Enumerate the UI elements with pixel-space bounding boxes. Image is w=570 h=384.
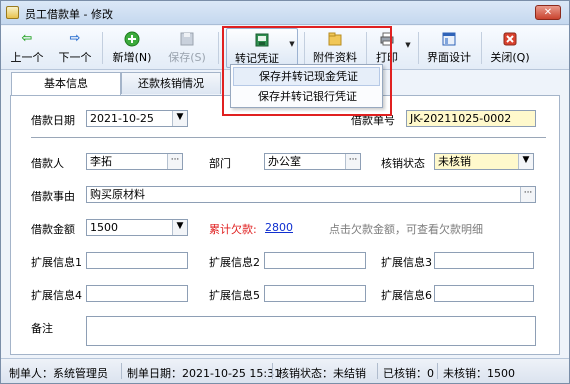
prev-button[interactable]: ⇦ 上一个 xyxy=(5,28,49,68)
window-title: 员工借款单 - 修改 xyxy=(25,8,113,21)
toolbar-separator xyxy=(418,32,419,64)
ext5-field[interactable] xyxy=(264,285,366,302)
borrower-field[interactable]: 李拓 ··· xyxy=(86,153,183,170)
reason-value: 购买原材料 xyxy=(90,188,145,201)
layout-icon xyxy=(441,31,457,47)
owed-label: 累计欠款: xyxy=(209,223,257,236)
window-close-button[interactable]: ✕ xyxy=(535,5,561,20)
status-label: 核销状态 xyxy=(381,157,425,170)
amount-value: 1500 xyxy=(90,221,118,234)
chevron-down-icon[interactable]: ▼ xyxy=(403,40,413,50)
status-bar: 制单人：系统管理员 制单日期：2021-10-25 15:31 核销状态：未结销… xyxy=(1,358,569,383)
status-select[interactable]: 未核销 ▼ xyxy=(434,153,534,170)
next-button[interactable]: ⇨ 下一个 xyxy=(53,28,97,68)
ext1-field[interactable] xyxy=(86,252,188,269)
status-settled: 已核销：0 xyxy=(383,367,434,380)
ext4-field[interactable] xyxy=(86,285,188,302)
status-unsettled: 未核销：1500 xyxy=(443,367,515,380)
status-state: 核销状态：未结销 xyxy=(278,367,366,380)
amount-label: 借款金额 xyxy=(31,223,75,236)
annotation-highlight xyxy=(222,26,392,116)
date-label: 借款日期 xyxy=(31,114,75,127)
tab-repayment[interactable]: 还款核销情况 xyxy=(121,72,221,94)
chevron-down-icon[interactable]: ▼ xyxy=(518,154,533,169)
arrow-left-icon: ⇦ xyxy=(21,31,33,46)
arrow-right-icon: ⇨ xyxy=(69,31,81,46)
ext6-field[interactable] xyxy=(434,285,534,302)
ext1-label: 扩展信息1 xyxy=(31,256,82,269)
prev-label: 上一个 xyxy=(10,51,44,64)
close-icon xyxy=(502,31,518,47)
chevron-down-icon[interactable]: ▼ xyxy=(172,111,187,126)
owed-amount-link[interactable]: 2800 xyxy=(265,221,293,234)
status-separator xyxy=(437,363,438,379)
reason-label: 借款事由 xyxy=(31,190,75,203)
title-bar: 员工借款单 - 修改 ✕ xyxy=(1,1,569,25)
close-button[interactable]: 关闭(Q) xyxy=(485,28,535,68)
more-icon[interactable]: ··· xyxy=(520,187,535,202)
design-button[interactable]: 界面设计 xyxy=(422,28,476,68)
divider xyxy=(31,137,546,138)
save-label: 保存(S) xyxy=(168,51,206,64)
borrower-label: 借款人 xyxy=(31,157,64,170)
app-icon xyxy=(6,6,19,19)
dept-label: 部门 xyxy=(209,157,231,170)
status-separator xyxy=(121,363,122,379)
borrower-value: 李拓 xyxy=(90,155,112,168)
floppy-icon xyxy=(179,31,195,47)
note-field[interactable] xyxy=(86,316,536,346)
ext5-label: 扩展信息5 xyxy=(209,289,260,302)
new-button[interactable]: 新增(N) xyxy=(107,28,157,68)
plus-icon xyxy=(124,31,140,47)
amount-field[interactable]: 1500 ▼ xyxy=(86,219,188,236)
ext4-label: 扩展信息4 xyxy=(31,289,82,302)
next-label: 下一个 xyxy=(58,51,92,64)
close-label: 关闭(Q) xyxy=(490,51,530,64)
owed-hint: 点击欠款金额，可查看欠款明细 xyxy=(329,223,483,236)
save-button[interactable]: 保存(S) xyxy=(161,28,213,68)
toolbar-separator xyxy=(102,32,103,64)
more-icon[interactable]: ··· xyxy=(345,154,360,169)
design-label: 界面设计 xyxy=(427,51,471,64)
toolbar-separator xyxy=(481,32,482,64)
reason-field[interactable]: 购买原材料 ··· xyxy=(86,186,536,203)
status-creator: 制单人：系统管理员 xyxy=(9,367,108,380)
status-separator xyxy=(377,363,378,379)
ext2-field[interactable] xyxy=(264,252,366,269)
ext6-label: 扩展信息6 xyxy=(381,289,432,302)
ext2-label: 扩展信息2 xyxy=(209,256,260,269)
date-value: 2021-10-25 xyxy=(90,112,154,125)
ext3-field[interactable] xyxy=(434,252,534,269)
number-field[interactable]: JK-20211025-0002 xyxy=(406,110,536,127)
chevron-down-icon[interactable]: ▼ xyxy=(172,220,187,235)
dept-value: 办公室 xyxy=(268,155,301,168)
form-panel: 借款日期 2021-10-25 ▼ 借款单号 JK-20211025-0002 … xyxy=(10,95,560,355)
dept-field[interactable]: 办公室 ··· xyxy=(264,153,361,170)
more-icon[interactable]: ··· xyxy=(167,154,182,169)
date-field[interactable]: 2021-10-25 ▼ xyxy=(86,110,188,127)
status-value: 未核销 xyxy=(438,155,471,168)
ext3-label: 扩展信息3 xyxy=(381,256,432,269)
new-label: 新增(N) xyxy=(112,51,152,64)
note-label: 备注 xyxy=(31,322,53,335)
status-created: 制单日期：2021-10-25 15:31 xyxy=(127,367,282,380)
status-separator xyxy=(272,363,273,379)
tab-basic-info[interactable]: 基本信息 xyxy=(11,72,121,96)
app-window: 员工借款单 - 修改 ✕ ⇦ 上一个 ⇨ 下一个 新增(N) 保存(S) 转记凭… xyxy=(0,0,570,384)
